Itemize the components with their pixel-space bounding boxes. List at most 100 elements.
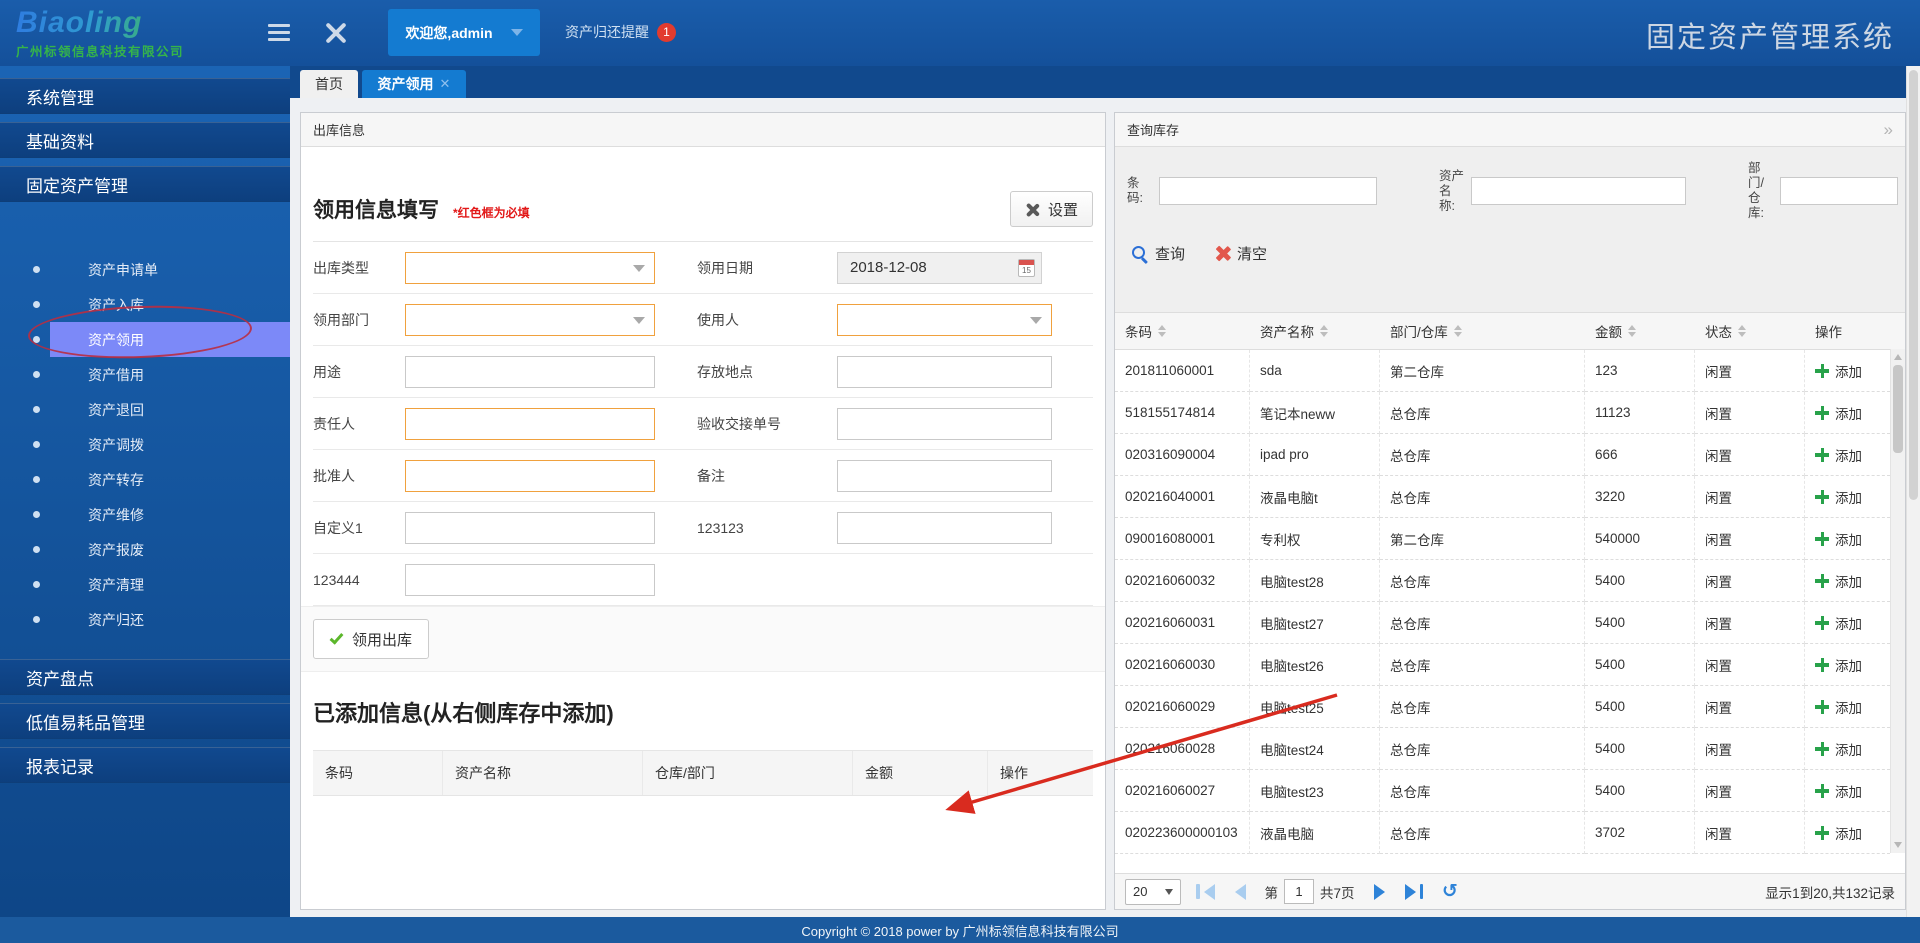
form-text-input-r3c1[interactable]: [837, 407, 1052, 440]
outbound-panel-header: 出库信息: [301, 113, 1105, 147]
pagination-summary: 显示1到20,共132记录: [1765, 885, 1895, 901]
search-group-barcode: 条码:: [1127, 161, 1377, 221]
asset-name-input[interactable]: [1471, 177, 1686, 205]
table-row: 020216060031 电脑test27 总仓库 5400 闲置 添加: [1115, 602, 1890, 644]
sidebar-item-3[interactable]: 资产申请单: [0, 252, 290, 287]
sidebar-item-label: 资产转存: [88, 471, 144, 488]
cell-action: 添加: [1805, 644, 1890, 686]
scroll-up-icon[interactable]: [1894, 354, 1902, 360]
prev-page-button[interactable]: [1230, 883, 1251, 900]
required-note: *红色框为必填: [453, 205, 530, 220]
sidebar-item-9[interactable]: 资产转存: [0, 462, 290, 497]
sidebar-menu: 系统管理基础资料固定资产管理 资产申请单 资产入库 资产领用 资产借用 资产退回 资产调拨资…: [0, 78, 290, 783]
sidebar-item-5[interactable]: 资产领用: [0, 322, 290, 357]
add-button[interactable]: 添加: [1815, 361, 1862, 381]
add-button[interactable]: 添加: [1815, 823, 1862, 843]
form-text-input-r4c1[interactable]: [837, 459, 1052, 492]
barcode-input[interactable]: [1159, 177, 1377, 205]
outbound-form: 出库类型 领用日期 2018-12-08 15 领用部门 使用人 用途 存放地点 责任人 验收交接…: [313, 241, 1093, 606]
sidebar-section-1[interactable]: 基础资料: [0, 122, 290, 158]
next-page-button[interactable]: [1369, 883, 1390, 900]
sidebar-section-0[interactable]: 系统管理: [0, 78, 290, 114]
form-text-input-r2c1[interactable]: [837, 355, 1052, 388]
table-scrollbar[interactable]: [1890, 349, 1905, 853]
page-number-input[interactable]: [1284, 879, 1314, 904]
form-text-input-r4c0[interactable]: [405, 459, 655, 492]
tab-home[interactable]: 首页: [300, 70, 358, 98]
form-text-input-r3c0[interactable]: [405, 407, 655, 440]
sidebar-section-15[interactable]: 低值易耗品管理: [0, 703, 290, 739]
form-select-r0c0[interactable]: [405, 251, 655, 284]
added-info-title: 已添加信息(从右侧库存中添加): [313, 701, 614, 726]
add-button[interactable]: 添加: [1815, 781, 1862, 801]
cell-name: 电脑test24: [1250, 728, 1380, 770]
sidebar-item-7[interactable]: 资产退回: [0, 392, 290, 427]
sidebar-item-11[interactable]: 资产报废: [0, 532, 290, 567]
sidebar-item-6[interactable]: 资产借用: [0, 357, 290, 392]
last-page-button[interactable]: [1400, 883, 1429, 900]
add-button[interactable]: 添加: [1815, 571, 1862, 591]
first-page-button[interactable]: [1191, 883, 1220, 900]
add-button[interactable]: 添加: [1815, 445, 1862, 465]
inventory-column-header[interactable]: 部门/仓库: [1380, 313, 1585, 349]
add-button[interactable]: 添加: [1815, 529, 1862, 549]
inventory-column-header[interactable]: 金额: [1585, 313, 1695, 349]
company-logo: Biaoling 广州标领信息科技有限公司: [16, 6, 184, 60]
clear-button[interactable]: 清空: [1215, 243, 1267, 264]
form-select-r1c1[interactable]: [837, 303, 1052, 336]
tab-asset-requisition[interactable]: 资产领用 ✕: [362, 70, 466, 98]
add-button[interactable]: 添加: [1815, 697, 1862, 717]
add-button[interactable]: 添加: [1815, 487, 1862, 507]
add-button[interactable]: 添加: [1815, 613, 1862, 633]
inventory-column-header[interactable]: 资产名称: [1250, 313, 1380, 349]
scrollbar-thumb[interactable]: [1893, 365, 1903, 453]
form-text-input-r5c0[interactable]: [405, 511, 655, 544]
inventory-column-header[interactable]: 条码: [1115, 313, 1250, 349]
sidebar-item-10[interactable]: 资产维修: [0, 497, 290, 532]
sidebar-item-8[interactable]: 资产调拨: [0, 427, 290, 462]
scroll-down-icon[interactable]: [1894, 842, 1902, 848]
sidebar-item-12[interactable]: 资产清理: [0, 567, 290, 602]
form-text-input-r6c0[interactable]: [405, 563, 655, 596]
cell-amount: 540000: [1585, 518, 1695, 560]
sidebar-section-2[interactable]: 固定资产管理: [0, 166, 290, 202]
form-select-r1c0[interactable]: [405, 303, 655, 336]
cell-dept: 第二仓库: [1380, 350, 1585, 392]
form-date-input[interactable]: 2018-12-08 15: [837, 251, 1042, 284]
form-text-input-r2c0[interactable]: [405, 355, 655, 388]
user-menu-button[interactable]: 欢迎您,admin: [388, 9, 540, 56]
dept-input[interactable]: [1780, 177, 1898, 205]
page-scrollbar[interactable]: [1906, 66, 1920, 943]
sort-icon[interactable]: [1738, 325, 1746, 337]
sort-icon[interactable]: [1158, 325, 1166, 337]
add-button[interactable]: 添加: [1815, 403, 1862, 423]
sidebar-section-14[interactable]: 资产盘点: [0, 659, 290, 695]
page-scrollbar-thumb[interactable]: [1909, 70, 1918, 500]
sidebar-item-4[interactable]: 资产入库: [0, 287, 290, 322]
cell-name: 电脑test23: [1250, 770, 1380, 812]
form-text-input-r5c1[interactable]: [837, 511, 1052, 544]
form-label: 验收交接单号: [697, 398, 837, 450]
add-button[interactable]: 添加: [1815, 739, 1862, 759]
sort-icon[interactable]: [1320, 325, 1328, 337]
calendar-icon[interactable]: 15: [1018, 258, 1035, 277]
close-menu-icon[interactable]: [324, 21, 348, 45]
sort-icon[interactable]: [1628, 325, 1636, 337]
sort-icon[interactable]: [1453, 325, 1462, 337]
page-size-select[interactable]: 20: [1125, 878, 1181, 905]
add-button[interactable]: 添加: [1815, 655, 1862, 675]
sidebar-section-16[interactable]: 报表记录: [0, 747, 290, 783]
tab-close-icon[interactable]: ✕: [440, 76, 451, 92]
refresh-icon[interactable]: ↻: [1442, 880, 1458, 903]
settings-button[interactable]: 设置: [1009, 191, 1093, 227]
search-button[interactable]: 查询: [1131, 243, 1185, 264]
inventory-column-header[interactable]: 状态: [1695, 313, 1805, 349]
menu-toggle-icon[interactable]: [268, 24, 290, 41]
requisition-outbound-button[interactable]: 领用出库: [313, 619, 430, 659]
asset-return-reminder[interactable]: 资产归还提醒 1: [565, 22, 676, 42]
cell-barcode: 020316090004: [1115, 434, 1250, 476]
form-label: 领用部门: [313, 294, 405, 346]
sidebar-item-13[interactable]: 资产归还: [0, 602, 290, 637]
collapse-panel-icon[interactable]: »: [1884, 120, 1893, 140]
form-control-cell: [405, 398, 697, 450]
